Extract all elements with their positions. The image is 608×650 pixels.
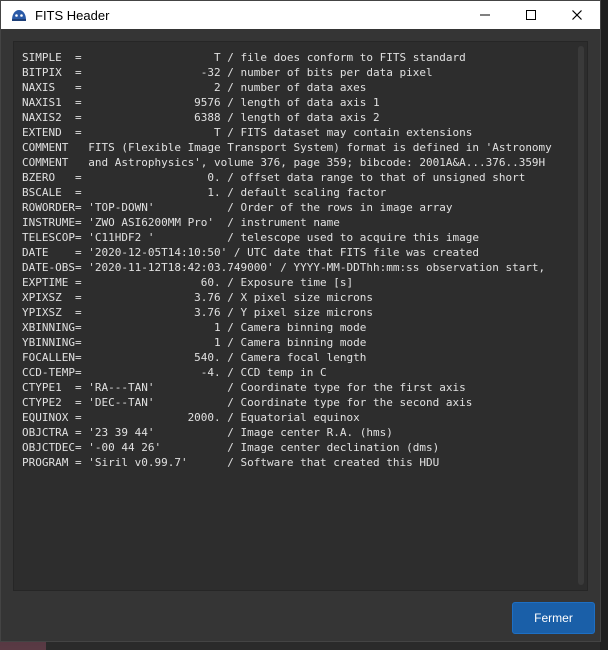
background-desktop bbox=[600, 0, 608, 650]
fits-header-dialog: FITS Header SIMPLE = T / file does confo… bbox=[0, 0, 601, 642]
header-line-equinox: EQUINOX = 2000. / Equatorial equinox bbox=[22, 411, 360, 424]
scrollbar-thumb[interactable] bbox=[578, 46, 584, 585]
header-line-date: DATE = '2020-12-05T14:10:50' / UTC date … bbox=[22, 246, 479, 259]
header-line-bzero: BZERO = 0. / offset data range to that o… bbox=[22, 171, 526, 184]
header-text-view[interactable]: SIMPLE = T / file does conform to FITS s… bbox=[13, 41, 588, 591]
header-line-ctype1: CTYPE1 = 'RA---TAN' / Coordinate type fo… bbox=[22, 381, 466, 394]
header-line-focallen: FOCALLEN= 540. / Camera focal length bbox=[22, 351, 367, 364]
header-line-naxis2: NAXIS2 = 6388 / length of data axis 2 bbox=[22, 111, 380, 124]
header-line-simple: SIMPLE = T / file does conform to FITS s… bbox=[22, 51, 466, 64]
header-line-comment-2: COMMENT and Astrophysics', volume 376, p… bbox=[22, 156, 546, 169]
title-bar[interactable]: FITS Header bbox=[1, 1, 600, 29]
header-line-xbinning: XBINNING= 1 / Camera binning mode bbox=[22, 321, 367, 334]
header-line-telescop: TELESCOP= 'C11HDF2 ' / telescope used to… bbox=[22, 231, 479, 244]
header-line-xpixsz: XPIXSZ = 3.76 / X pixel size microns bbox=[22, 291, 373, 304]
close-icon[interactable] bbox=[554, 1, 600, 29]
header-line-instrume: INSTRUME= 'ZWO ASI6200MM Pro' / instrume… bbox=[22, 216, 340, 229]
close-button[interactable]: Fermer bbox=[512, 602, 595, 634]
header-line-program: PROGRAM = 'Siril v0.99.7' / Software tha… bbox=[22, 456, 440, 469]
header-line-ctype2: CTYPE2 = 'DEC--TAN' / Coordinate type fo… bbox=[22, 396, 473, 409]
vertical-scrollbar[interactable] bbox=[576, 44, 586, 587]
header-line-bitpix: BITPIX = -32 / number of bits per data p… bbox=[22, 66, 433, 79]
minimize-icon[interactable] bbox=[462, 1, 508, 29]
header-line-comment-1: COMMENT FITS (Flexible Image Transport S… bbox=[22, 141, 552, 154]
window-title: FITS Header bbox=[35, 7, 110, 23]
header-line-objctdec: OBJCTDEC= '-00 44 26' / Image center dec… bbox=[22, 441, 440, 454]
header-line-extend: EXTEND = T / FITS dataset may contain ex… bbox=[22, 126, 473, 139]
header-text-lines[interactable]: SIMPLE = T / file does conform to FITS s… bbox=[22, 50, 574, 585]
header-line-objctra: OBJCTRA = '23 39 44' / Image center R.A.… bbox=[22, 426, 393, 439]
header-line-ypixsz: YPIXSZ = 3.76 / Y pixel size microns bbox=[22, 306, 373, 319]
header-line-bscale: BSCALE = 1. / default scaling factor bbox=[22, 186, 387, 199]
maximize-icon[interactable] bbox=[508, 1, 554, 29]
header-line-date-obs: DATE-OBS= '2020-11-12T18:42:03.749000' /… bbox=[22, 261, 546, 274]
siril-icon bbox=[11, 7, 27, 23]
header-line-ccd-temp: CCD-TEMP= -4. / CCD temp in C bbox=[22, 366, 327, 379]
header-line-naxis: NAXIS = 2 / number of data axes bbox=[22, 81, 367, 94]
header-line-exptime: EXPTIME = 60. / Exposure time [s] bbox=[22, 276, 354, 289]
header-line-roworder: ROWORDER= 'TOP-DOWN' / Order of the rows… bbox=[22, 201, 453, 214]
header-line-naxis1: NAXIS1 = 9576 / length of data axis 1 bbox=[22, 96, 380, 109]
header-line-ybinning: YBINNING= 1 / Camera binning mode bbox=[22, 336, 367, 349]
